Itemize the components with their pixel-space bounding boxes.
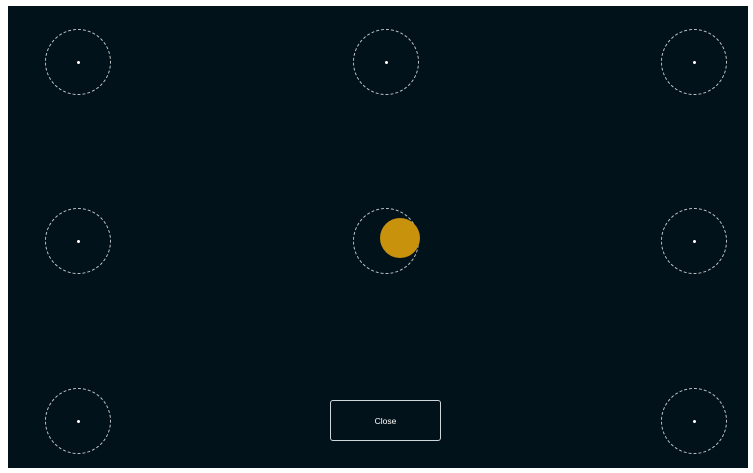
gaze-marker bbox=[380, 218, 420, 258]
calibration-target-bottom-left[interactable] bbox=[45, 388, 111, 454]
close-button[interactable]: Close bbox=[330, 400, 441, 441]
target-center-dot bbox=[692, 419, 696, 423]
calibration-target-middle-left[interactable] bbox=[45, 208, 111, 274]
calibration-target-middle-right[interactable] bbox=[661, 208, 727, 274]
calibration-target-top-left[interactable] bbox=[45, 29, 111, 95]
target-center-dot bbox=[76, 60, 80, 64]
calibration-target-top-center[interactable] bbox=[353, 29, 419, 95]
target-center-dot bbox=[76, 239, 80, 243]
close-button-label: Close bbox=[374, 415, 397, 426]
calibration-target-top-right[interactable] bbox=[661, 29, 727, 95]
target-center-dot bbox=[76, 419, 80, 423]
calibration-target-bottom-right[interactable] bbox=[661, 388, 727, 454]
target-center-dot bbox=[692, 239, 696, 243]
calibration-screen: Close bbox=[8, 6, 748, 468]
target-center-dot bbox=[384, 60, 388, 64]
target-center-dot bbox=[692, 60, 696, 64]
